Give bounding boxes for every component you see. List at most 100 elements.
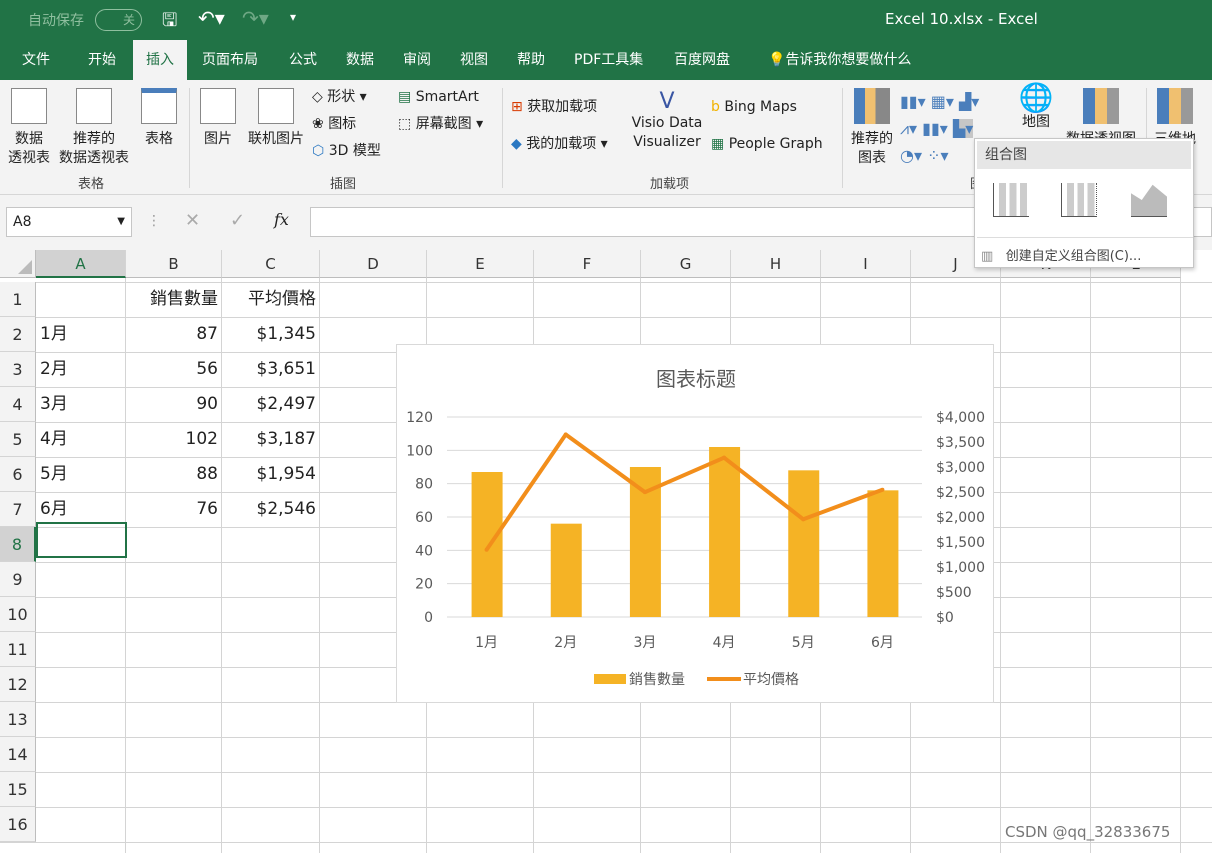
row-header-16[interactable]: 16 [0,807,36,842]
tab-view[interactable]: 视图 [450,40,498,80]
bar-4月[interactable] [709,447,741,617]
people-graph-button[interactable]: ▦ People Graph [711,135,823,154]
get-addins-button[interactable]: ⊞ 获取加载项 [511,98,597,117]
statistic-chart-icon[interactable]: ▮▮▾ [922,119,948,138]
row-header-5[interactable]: 5 [0,422,36,457]
table-button[interactable]: 表格 [140,88,178,149]
pie-chart-icon[interactable]: ◔▾ [900,146,922,165]
visio-button[interactable]: V Visio Data Visualizer [630,91,704,152]
row-header-10[interactable]: 10 [0,597,36,632]
row-header-4[interactable]: 4 [0,387,36,422]
scatter-chart-icon[interactable]: ⁘▾ [927,146,948,165]
column-header-b[interactable]: B [126,250,222,278]
tab-formulas[interactable]: 公式 [279,40,327,80]
tab-home[interactable]: 开始 [78,40,126,80]
chart-title[interactable]: 图表标题 [656,367,736,391]
stacked-area-column-icon[interactable] [1131,184,1167,217]
tab-insert[interactable]: 插入 [133,40,187,80]
customize-qat-icon[interactable]: ▾ [290,10,296,24]
cell-A4[interactable]: 3月 [36,387,126,422]
row-header-11[interactable]: 11 [0,632,36,667]
cell-B7[interactable]: 76 [126,492,222,527]
row-header-2[interactable]: 2 [0,317,36,352]
row-header-3[interactable]: 3 [0,352,36,387]
line-series-avg-price[interactable] [484,432,884,551]
autosave-toggle[interactable]: 关 [95,9,142,31]
create-custom-combo-item[interactable]: ▥ 创建自定义组合图(C)... [981,245,1141,264]
column-header-d[interactable]: D [320,250,427,278]
enter-icon[interactable]: ✓ [230,210,245,231]
map-button[interactable]: 🌐 地图 [1018,84,1054,132]
cell-B1[interactable]: 銷售數量 [126,282,222,317]
tab-file[interactable]: 文件 [12,40,60,80]
save-icon[interactable]: 🖫 [162,8,177,38]
my-addins-button[interactable]: ◆ 我的加载项 ▾ [511,135,608,154]
picture-button[interactable]: 图片 [198,88,238,149]
column-header-c[interactable]: C [222,250,320,278]
cell-C1[interactable]: 平均價格 [222,282,320,317]
row-header-15[interactable]: 15 [0,772,36,807]
column-header-f[interactable]: F [534,250,641,278]
cell-C6[interactable]: $1,954 [222,457,320,492]
screenshot-button[interactable]: ⬚ 屏幕截图 ▾ [398,115,483,134]
cell-A5[interactable]: 4月 [36,422,126,457]
waterfall-chart-icon[interactable]: ▟▾ [959,92,979,111]
cell-B5[interactable]: 102 [126,422,222,457]
combo-chart-icon[interactable]: ▙▾ [952,119,974,138]
tab-baidu[interactable]: 百度网盘 [664,40,740,80]
bing-maps-button[interactable]: b Bing Maps [711,98,797,117]
tab-data[interactable]: 数据 [336,40,384,80]
cell-A6[interactable]: 5月 [36,457,126,492]
cell-A3[interactable]: 2月 [36,352,126,387]
line-chart-icon[interactable]: ⩘▾ [900,119,917,138]
column-header-a[interactable]: A [36,250,126,278]
column-chart-icon[interactable]: ▮▮▾ [900,92,926,111]
online-picture-button[interactable]: 联机图片 [244,88,308,149]
column-header-e[interactable]: E [427,250,534,278]
selected-cell-a8[interactable] [36,522,127,558]
redo-icon[interactable]: ↷▾ [242,6,269,30]
shapes-button[interactable]: ◇ 形状 ▾ [312,88,367,107]
column-line-secondary-axis-icon[interactable] [1061,183,1097,217]
row-header-13[interactable]: 13 [0,702,36,737]
insert-function-icon[interactable]: fx [274,210,289,229]
tab-page-layout[interactable]: 页面布局 [192,40,268,80]
bar-3月[interactable] [629,467,661,617]
bar-2月[interactable] [550,523,582,617]
undo-icon[interactable]: ↶▾ [198,6,225,30]
bar-1月[interactable] [471,472,503,617]
row-header-12[interactable]: 12 [0,667,36,702]
row-header-7[interactable]: 7 [0,492,36,527]
bar-5月[interactable] [788,470,820,617]
cell-A2[interactable]: 1月 [36,317,126,352]
bar-6月[interactable] [867,490,899,617]
column-header-h[interactable]: H [731,250,821,278]
row-header-9[interactable]: 9 [0,562,36,597]
row-header-8[interactable]: 8 [0,527,36,562]
chevron-down-icon[interactable]: ▼ [117,208,125,236]
cell-C2[interactable]: $1,345 [222,317,320,352]
recommended-charts-button[interactable]: 推荐的 图表 [848,88,896,168]
hierarchy-chart-icon[interactable]: ▦▾ [931,92,954,111]
row-header-1[interactable]: 1 [0,282,36,317]
icons-button[interactable]: ❀ 图标 [312,115,356,134]
cell-C3[interactable]: $3,651 [222,352,320,387]
cell-C5[interactable]: $3,187 [222,422,320,457]
cell-B6[interactable]: 88 [126,457,222,492]
cancel-icon[interactable]: ✕ [185,210,200,231]
recommended-pivot-button[interactable]: 推荐的 数据透视表 [56,88,132,168]
column-header-i[interactable]: I [821,250,911,278]
cell-B2[interactable]: 87 [126,317,222,352]
smartart-button[interactable]: ▤ SmartArt [398,88,479,107]
tab-help[interactable]: 帮助 [507,40,555,80]
tab-review[interactable]: 审阅 [393,40,441,80]
combo-chart[interactable]: 图表标题 0 20 40 60 80 100 120 $0 $500 $1,000 $1,500 $2,… [396,344,994,703]
cell-B4[interactable]: 90 [126,387,222,422]
row-header-6[interactable]: 6 [0,457,36,492]
cell-B3[interactable]: 56 [126,352,222,387]
row-header-14[interactable]: 14 [0,737,36,772]
cell-C4[interactable]: $2,497 [222,387,320,422]
pivot-table-button[interactable]: 数据 透视表 [6,88,52,168]
select-all-button[interactable] [0,250,36,278]
name-box[interactable]: A8 ▼ [6,207,132,237]
